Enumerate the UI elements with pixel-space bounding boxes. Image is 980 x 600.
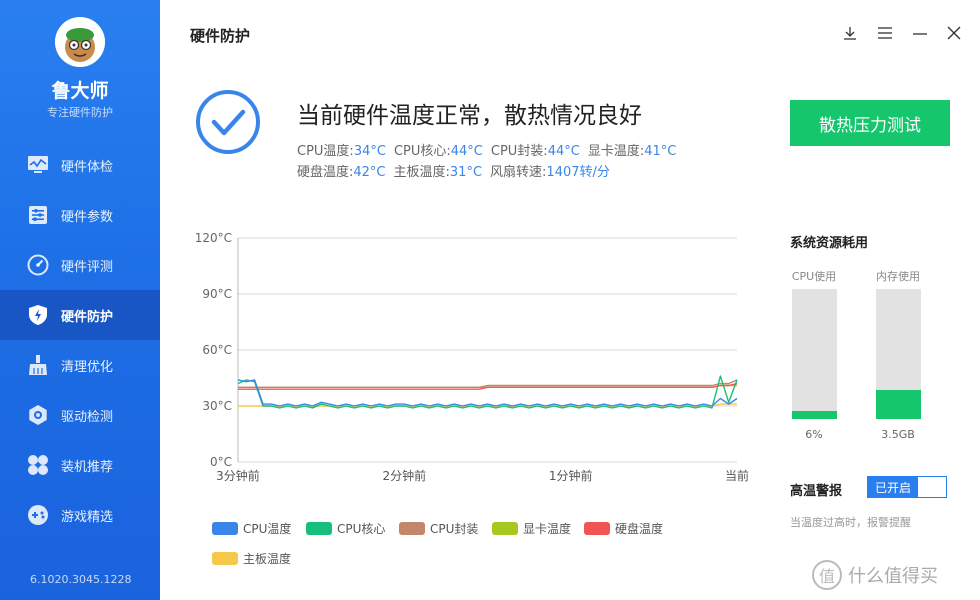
x-tick-label: 3分钟前 xyxy=(216,468,260,483)
y-tick-label: 90°C xyxy=(202,287,232,301)
shield-lightning-icon xyxy=(26,303,50,327)
watermark: 值 什么值得买 xyxy=(812,560,938,590)
sidebar-item-hardware-protection[interactable]: 硬件防护 xyxy=(0,290,160,340)
stat-label: 显卡温度: xyxy=(587,144,645,159)
disk-temp-value: 42°C xyxy=(353,165,386,180)
stat-label: CPU核心: xyxy=(393,144,451,159)
sidebar-item-label: 驱动检测 xyxy=(61,409,114,425)
x-tick-label: 当前 xyxy=(725,468,749,483)
sidebar-item-hardware-benchmark[interactable]: 硬件评测 xyxy=(0,240,160,290)
legend-item-disk-temp: 硬盘温度 xyxy=(584,520,663,537)
sidebar-item-label: 硬件防护 xyxy=(61,309,114,325)
app-name: 鲁大师 xyxy=(51,80,109,102)
fan-speed-value: 1407转/分 xyxy=(546,165,610,180)
series-line-4 xyxy=(238,382,738,390)
mem-usage-value: 3.5GB xyxy=(881,428,915,441)
cpu-usage-value: 6% xyxy=(805,428,823,441)
sidebar-item-label: 硬件体检 xyxy=(61,159,114,175)
minimize-icon[interactable] xyxy=(912,25,928,41)
mem-usage-fill xyxy=(876,390,921,419)
mem-usage-label: 内存使用 xyxy=(876,270,920,283)
sidebar-item-label: 硬件评测 xyxy=(61,259,114,275)
sidebar-nav: 硬件体检 硬件参数 硬件评测 硬件防护 清理优化 驱动检测 装机推荐 游戏精选 xyxy=(0,140,160,540)
menu-icon[interactable] xyxy=(877,25,893,41)
stat-label: 风扇转速: xyxy=(490,165,547,180)
gear-icon xyxy=(26,403,50,427)
close-icon[interactable] xyxy=(946,25,962,41)
y-tick-label: 120°C xyxy=(195,231,232,245)
sidebar-item-build-recommend[interactable]: 装机推荐 xyxy=(0,440,160,490)
high-temp-alarm-label: 高温警报 xyxy=(790,484,843,499)
cpu-usage-bar xyxy=(792,289,837,419)
y-tick-label: 0°C xyxy=(210,455,232,469)
fan-icon xyxy=(26,453,50,477)
alarm-description: 当温度过高时，报警提醒 xyxy=(790,516,911,529)
status-stats-line-1: CPU温度:34°C CPU核心:44°C CPU封装:44°C 显卡温度:41°C xyxy=(297,140,676,159)
series-line-1 xyxy=(237,375,738,409)
app-subtitle: 专注硬件防护 xyxy=(47,106,113,119)
monitor-icon xyxy=(26,153,50,177)
legend-item-cpu-package: CPU封装 xyxy=(399,520,478,537)
stat-label: CPU温度: xyxy=(297,144,354,159)
page-title: 硬件防护 xyxy=(190,27,251,45)
legend-item-cpu-core: CPU核心 xyxy=(306,520,385,537)
status-ok-icon xyxy=(195,89,261,155)
legend-item-cpu-temp: CPU温度 xyxy=(212,520,291,537)
cpu-temp-value: 34°C xyxy=(353,144,386,159)
sidebar-item-games[interactable]: 游戏精选 xyxy=(0,490,160,540)
status-headline: 当前硬件温度正常，散热情况良好 xyxy=(297,103,642,129)
sidebar-item-driver-check[interactable]: 驱动检测 xyxy=(0,390,160,440)
status-stats-line-2: 硬盘温度:42°C 主板温度:31°C 风扇转速:1407转/分 xyxy=(297,161,610,180)
gpu-temp-value: 41°C xyxy=(644,144,677,159)
sidebar-item-hardware-params[interactable]: 硬件参数 xyxy=(0,190,160,240)
legend-item-gpu-temp: 显卡温度 xyxy=(492,520,571,537)
y-tick-label: 30°C xyxy=(202,399,232,413)
toggle-on-label: 已开启 xyxy=(868,477,918,497)
cpu-usage-label: CPU使用 xyxy=(791,270,837,283)
x-tick-label: 1分钟前 xyxy=(549,468,593,483)
x-tick-label: 2分钟前 xyxy=(383,468,427,483)
sidebar-item-label: 硬件参数 xyxy=(61,209,114,225)
cpu-usage-fill xyxy=(792,411,837,419)
stat-label: CPU封装: xyxy=(490,144,548,159)
legend-item-board-temp: 主板温度 xyxy=(212,550,291,567)
mem-usage-bar xyxy=(876,289,921,419)
broom-icon xyxy=(26,353,50,377)
board-temp-value: 31°C xyxy=(449,165,483,180)
app-logo-avatar xyxy=(55,17,105,67)
watermark-text: 什么值得买 xyxy=(848,566,938,587)
sidebar-item-label: 清理优化 xyxy=(61,359,114,375)
gamepad-icon xyxy=(26,503,50,527)
gauge-icon xyxy=(26,253,50,277)
y-tick-label: 60°C xyxy=(202,343,232,357)
cpu-package-value: 44°C xyxy=(547,144,580,159)
sliders-icon xyxy=(26,203,50,227)
stat-label: 硬盘温度: xyxy=(297,165,354,180)
series-line-0 xyxy=(237,379,738,407)
sidebar-item-label: 装机推荐 xyxy=(61,459,114,475)
series-line-2 xyxy=(238,379,738,389)
temperature-chart: 120°C 90°C 60°C 30°C 0°C3分钟前 2分钟前 1分钟前 当前 xyxy=(195,231,749,483)
sidebar-item-hardware-check[interactable]: 硬件体检 xyxy=(0,140,160,190)
high-temp-alarm-toggle[interactable]: 已开启 xyxy=(867,476,947,498)
resource-usage-title: 系统资源耗用 xyxy=(790,236,869,251)
sidebar-item-label: 游戏精选 xyxy=(61,509,114,525)
sidebar: 鲁大师 专注硬件防护 硬件体检 硬件参数 硬件评测 硬件防护 清理优化 驱动检测… xyxy=(0,0,160,600)
watermark-logo-icon: 值 xyxy=(812,560,842,590)
stat-label: 主板温度: xyxy=(393,165,450,180)
cpu-core-value: 44°C xyxy=(450,144,483,159)
version-label: 6.1020.3045.1228 xyxy=(30,573,132,586)
stress-test-button[interactable]: 散热压力测试 xyxy=(790,100,950,146)
sidebar-item-cleanup[interactable]: 清理优化 xyxy=(0,340,160,390)
download-icon[interactable] xyxy=(842,25,858,41)
